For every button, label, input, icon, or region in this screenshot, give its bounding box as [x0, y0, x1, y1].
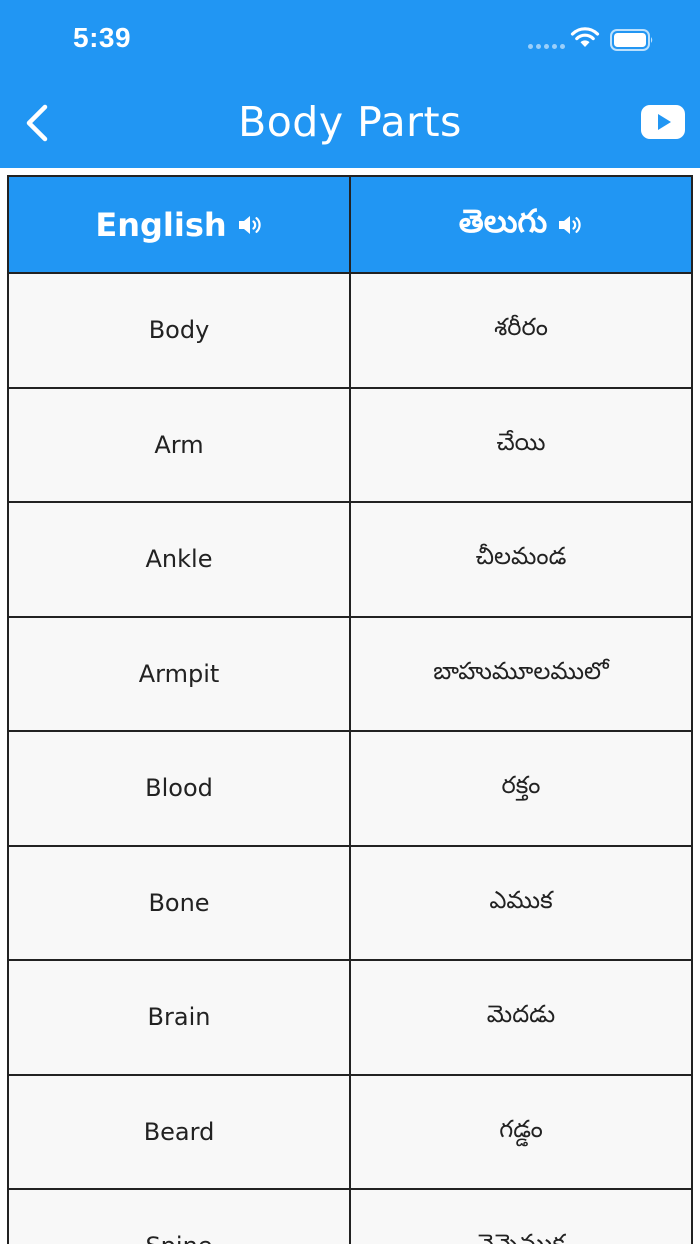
telugu-cell[interactable]: చీలమండ: [349, 501, 693, 618]
page-title: Body Parts: [238, 98, 462, 146]
english-cell[interactable]: Beard: [7, 1073, 351, 1190]
battery-icon: [610, 29, 653, 51]
table-row[interactable]: Armpit బాహుమూలములో: [7, 615, 693, 732]
telugu-cell[interactable]: వెన్నెముక: [349, 1188, 693, 1244]
chevron-left-icon[interactable]: [18, 100, 58, 146]
column-label: English: [95, 205, 227, 244]
vocabulary-table: English తెలుగు Body శరీరం Arm చేయి Ankle…: [7, 175, 693, 1244]
column-header-english[interactable]: English: [7, 175, 351, 274]
telugu-cell[interactable]: రక్తం: [349, 730, 693, 847]
telugu-cell[interactable]: చేయి: [349, 386, 693, 503]
speaker-icon[interactable]: [557, 213, 583, 237]
table-row[interactable]: Brain మెదడు: [7, 959, 693, 1076]
telugu-cell[interactable]: మెదడు: [349, 959, 693, 1076]
wifi-icon: [570, 27, 600, 47]
english-cell[interactable]: Blood: [7, 730, 351, 847]
table-row[interactable]: Body శరీరం: [7, 272, 693, 389]
table-row[interactable]: Bone ఎముక: [7, 844, 693, 961]
english-cell[interactable]: Brain: [7, 959, 351, 1076]
english-cell[interactable]: Armpit: [7, 615, 351, 732]
table-header-row: English తెలుగు: [7, 175, 693, 274]
telugu-cell[interactable]: శరీరం: [349, 272, 693, 389]
table-row[interactable]: Spine వెన్నెముక: [7, 1188, 693, 1244]
english-cell[interactable]: Body: [7, 272, 351, 389]
table-row[interactable]: Ankle చీలమండ: [7, 501, 693, 618]
status-time: 5:39: [73, 22, 132, 53]
youtube-play-icon[interactable]: [641, 105, 685, 139]
telugu-cell[interactable]: బాహుమూలములో: [349, 615, 693, 732]
signal-icon: [528, 44, 568, 50]
speaker-icon[interactable]: [237, 213, 263, 237]
telugu-cell[interactable]: ఎముక: [349, 844, 693, 961]
status-indicators: [528, 24, 658, 58]
english-cell[interactable]: Ankle: [7, 501, 351, 618]
column-label: తెలుగు: [458, 201, 548, 240]
english-cell[interactable]: Spine: [7, 1188, 351, 1244]
table-row[interactable]: Arm చేయి: [7, 386, 693, 503]
table-row[interactable]: Beard గడ్డం: [7, 1073, 693, 1190]
english-cell[interactable]: Bone: [7, 844, 351, 961]
app-bar: 5:39 Body Parts: [0, 0, 700, 168]
telugu-cell[interactable]: గడ్డం: [349, 1073, 693, 1190]
english-cell[interactable]: Arm: [7, 386, 351, 503]
table-row[interactable]: Blood రక్తం: [7, 730, 693, 847]
column-header-telugu[interactable]: తెలుగు: [349, 175, 693, 274]
